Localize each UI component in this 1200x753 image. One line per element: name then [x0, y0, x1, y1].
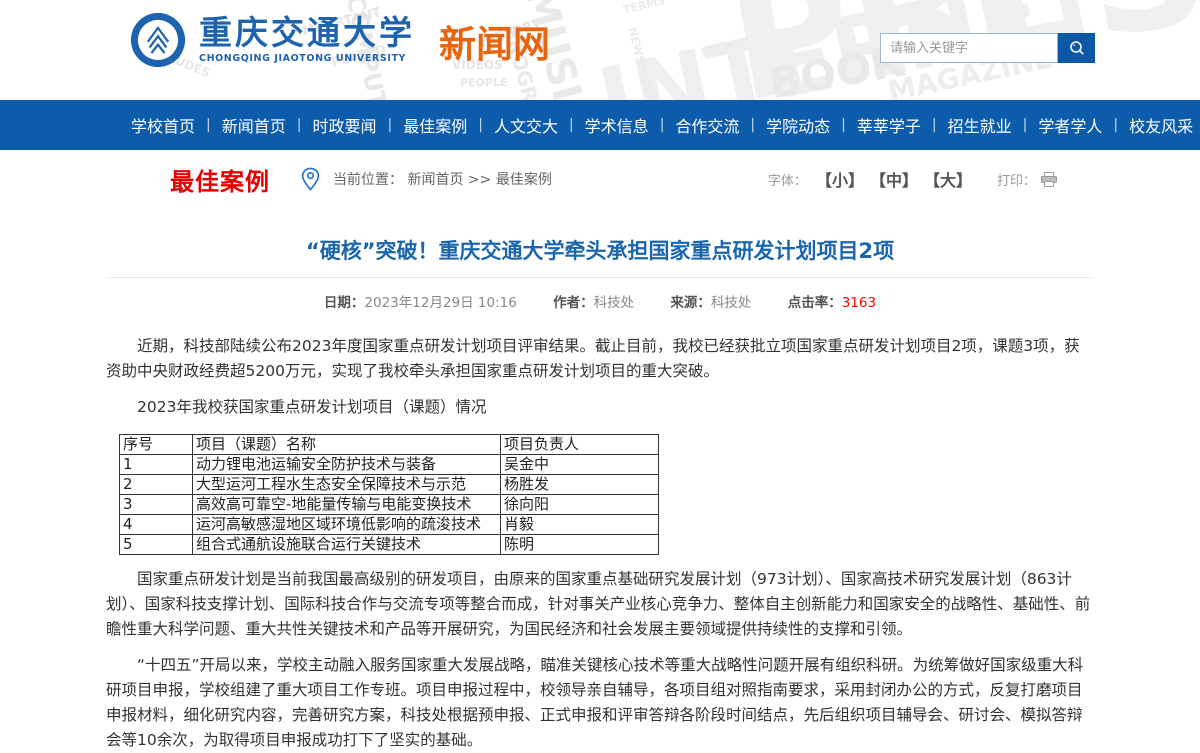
table-cell: 3 [120, 495, 193, 515]
table-row: 4运河高敏感湿地区域环境低影响的疏浚技术肖毅 [120, 515, 659, 535]
nav-separator: | [478, 117, 483, 133]
article-meta: 日期：2023年12月29日 10:16 作者：科技处 来源：科技处 点击率：3… [106, 278, 1094, 311]
site-header: PRESSINTERNETMUSICBOOKCOMPUTERPROGRAMSMA… [0, 0, 1200, 100]
paragraph: 国家重点研发计划是当前我国最高级别的研发项目，由原来的国家重点基础研究发展计划（… [106, 567, 1094, 642]
font-size-controls: 【小】【中】【大】 [809, 167, 979, 191]
table-header-cell: 序号 [120, 435, 193, 455]
university-seal-icon [130, 12, 186, 68]
search-bar [880, 33, 1095, 63]
table-cell: 徐向阳 [501, 495, 659, 515]
print-label: 打印： [997, 170, 1036, 189]
projects-table: 序号项目（课题）名称项目负责人 1动力锂电池运输安全防护技术与装备吴金中2大型运… [119, 434, 659, 555]
nav-item-students[interactable]: 莘莘学子 [846, 113, 932, 137]
table-header-cell: 项目（课题）名称 [193, 435, 501, 455]
breadcrumb-path[interactable]: 新闻首页 >> 最佳案例 [407, 172, 551, 188]
university-name: 重庆交通大学 CHONGQING JIAOTONG UNIVERSITY [199, 16, 415, 65]
nav-item-scholars[interactable]: 学者学人 [1027, 113, 1113, 137]
nav-item-alumni[interactable]: 校友风采 [1118, 113, 1200, 137]
meta-source: 来源：科技处 [670, 295, 751, 311]
search-button[interactable] [1058, 33, 1095, 63]
nav-separator: | [387, 117, 392, 133]
font-size-label: 字体： [768, 170, 807, 189]
projects-table-header-row: 序号项目（课题）名称项目负责人 [120, 435, 659, 455]
meta-source-label: 来源： [670, 295, 711, 311]
meta-hits-label: 点击率： [788, 295, 842, 311]
table-cell: 组合式通航设施联合运行关键技术 [193, 535, 501, 555]
watermark-word: PEOPLE [460, 76, 508, 89]
nav-item-school-home[interactable]: 学校首页 [120, 113, 206, 137]
section-title: 最佳案例 [170, 162, 270, 197]
table-header-cell: 项目负责人 [501, 435, 659, 455]
search-input[interactable] [880, 33, 1058, 63]
article-title: “硬核”突破！重庆交通大学牵头承担国家重点研发计划项目2项 [106, 235, 1094, 265]
table-row: 2大型运河工程水生态安全保障技术与示范杨胜发 [120, 475, 659, 495]
watermark-word: TERMS [622, 0, 666, 17]
table-cell: 4 [120, 515, 193, 535]
watermark-word: SOCIAL [700, 38, 742, 59]
table-cell: 1 [120, 455, 193, 475]
breadcrumb-location-label: 当前位置： [333, 172, 403, 188]
nav-separator: | [206, 117, 211, 133]
nav-separator: | [932, 117, 937, 133]
nav-item-politics[interactable]: 时政要闻 [301, 113, 387, 137]
breadcrumb: 当前位置： 新闻首页 >> 最佳案例 [333, 169, 552, 189]
watermark-word: NEWSPAPER [625, 26, 657, 100]
location-pin-icon [300, 166, 321, 192]
meta-author-value: 科技处 [594, 295, 635, 311]
paragraph: “十四五”开局以来，学校主动融入服务国家重大发展战略，瞄准关键核心技术等重大战略… [106, 653, 1094, 753]
nav-separator: | [660, 117, 665, 133]
table-cell: 肖毅 [501, 515, 659, 535]
meta-author-label: 作者： [553, 295, 594, 311]
article-body: 近期，科技部陆续公布2023年度国家重点研发计划项目评审结果。截止目前，我校已经… [106, 334, 1094, 753]
nav-item-admissions[interactable]: 招生就业 [937, 113, 1023, 137]
search-icon [1068, 39, 1086, 57]
table-cell: 吴金中 [501, 455, 659, 475]
main-nav: 学校首页|新闻首页|时政要闻|最佳案例|人文交大|学术信息|合作交流|学院动态|… [0, 100, 1200, 150]
meta-hits-value: 3163 [842, 295, 876, 311]
nav-separator: | [750, 117, 755, 133]
nav-item-cooperation[interactable]: 合作交流 [664, 113, 750, 137]
nav-separator: | [1113, 117, 1118, 133]
page-tools: 字体： 【小】【中】【大】 打印： [768, 150, 1057, 208]
table-cell: 大型运河工程水生态安全保障技术与示范 [193, 475, 501, 495]
table-row: 1动力锂电池运输安全防护技术与装备吴金中 [120, 455, 659, 475]
nav-item-humanities[interactable]: 人文交大 [483, 113, 569, 137]
font-size-large-button[interactable]: 【大】 [932, 171, 972, 190]
table-row: 3高效高可靠空-地能量传输与电能变换技术徐向阳 [120, 495, 659, 515]
university-logo[interactable]: 重庆交通大学 CHONGQING JIAOTONG UNIVERSITY 新闻网 [130, 12, 550, 68]
projects-table-body: 1动力锂电池运输安全防护技术与装备吴金中2大型运河工程水生态安全保障技术与示范杨… [120, 455, 659, 555]
table-cell: 运河高敏感湿地区域环境低影响的疏浚技术 [193, 515, 501, 535]
table-cell: 陈明 [501, 535, 659, 555]
table-cell: 杨胜发 [501, 475, 659, 495]
nav-separator: | [1023, 117, 1028, 133]
meta-date-label: 日期： [324, 295, 365, 311]
nav-separator: | [569, 117, 574, 133]
breadcrumb-bar: 最佳案例 当前位置： 新闻首页 >> 最佳案例 字体： 【小】【中】【大】 打印… [0, 150, 1200, 208]
table-cell: 动力锂电池运输安全防护技术与装备 [193, 455, 501, 475]
print-icon[interactable] [1041, 172, 1057, 187]
meta-author: 作者：科技处 [553, 295, 634, 311]
meta-date: 日期：2023年12月29日 10:16 [324, 295, 517, 311]
paragraph: 2023年我校获国家重点研发计划项目（课题）情况 [106, 395, 1094, 420]
meta-hits: 点击率：3163 [788, 295, 876, 311]
nav-item-best-cases[interactable]: 最佳案例 [392, 113, 478, 137]
table-row: 5组合式通航设施联合运行关键技术陈明 [120, 535, 659, 555]
university-name-en: CHONGQING JIAOTONG UNIVERSITY [199, 53, 415, 64]
nav-item-academic[interactable]: 学术信息 [574, 113, 660, 137]
font-size-small-button[interactable]: 【小】 [816, 171, 864, 190]
table-cell: 5 [120, 535, 193, 555]
site-name: 新闻网 [439, 14, 550, 68]
meta-source-value: 科技处 [711, 295, 752, 311]
nav-item-news-home[interactable]: 新闻首页 [211, 113, 297, 137]
paragraph: 近期，科技部陆续公布2023年度国家重点研发计划项目评审结果。截止目前，我校已经… [106, 334, 1094, 384]
nav-item-college-news[interactable]: 学院动态 [755, 113, 841, 137]
meta-date-value: 2023年12月29日 10:16 [364, 295, 516, 311]
nav-separator: | [297, 117, 302, 133]
nav-separator: | [841, 117, 846, 133]
university-name-zh: 重庆交通大学 [199, 16, 415, 51]
table-cell: 高效高可靠空-地能量传输与电能变换技术 [193, 495, 501, 515]
font-size-medium-button[interactable]: 【中】 [878, 171, 918, 190]
table-cell: 2 [120, 475, 193, 495]
article: “硬核”突破！重庆交通大学牵头承担国家重点研发计划项目2项 日期：2023年12… [106, 235, 1094, 753]
